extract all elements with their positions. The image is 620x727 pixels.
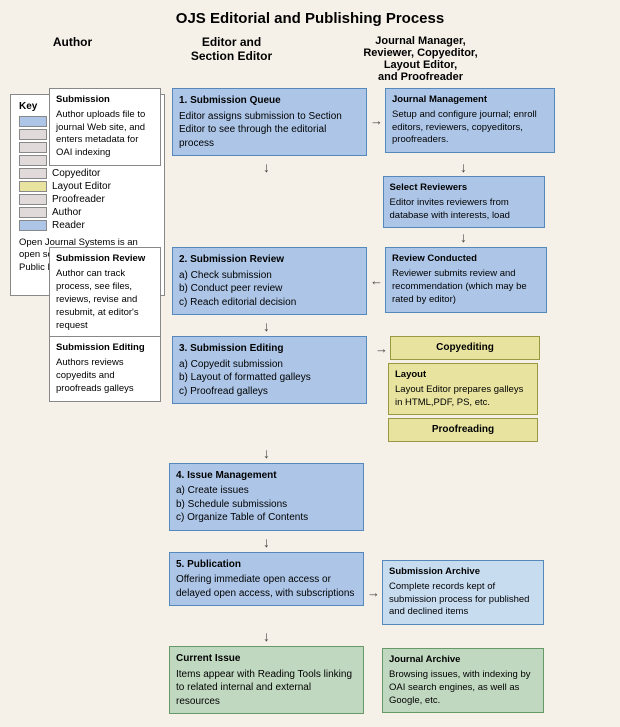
author-submission-editing-box: Submission Editing Authors reviews copye… bbox=[49, 336, 161, 401]
author-submission-box: Submission Author uploads file to journa… bbox=[49, 88, 161, 166]
proofreading-box: Proofreading bbox=[388, 418, 538, 442]
author-submission-review-box: Submission Review Author can track proce… bbox=[49, 247, 161, 338]
layout-box: Layout Layout Editor prepares galleys in… bbox=[388, 363, 538, 415]
key-item-proofreader: Proofreader bbox=[19, 194, 156, 205]
col-header-roles: Journal Manager,Reviewer, Copyeditor,Lay… bbox=[333, 35, 508, 83]
copyediting-box: Copyediting bbox=[390, 336, 540, 360]
col-header-author: Author bbox=[15, 35, 130, 83]
journal-management-box: Journal Management Setup and configure j… bbox=[385, 88, 555, 153]
review-conducted-box: Review Conducted Reviewer submits review… bbox=[385, 247, 547, 312]
key-item-reader: Reader bbox=[19, 220, 156, 231]
current-issue-box: Current Issue Items appear with Reading … bbox=[169, 646, 364, 714]
journal-archive-box: Journal Archive Browsing issues, with in… bbox=[382, 648, 544, 713]
submission-editing-center-box: 3. Submission Editing a) Copyedit submis… bbox=[172, 336, 367, 404]
key-item-author: Author bbox=[19, 207, 156, 218]
page: OJS Editorial and Publishing Process Aut… bbox=[0, 0, 620, 727]
col-header-editor: Editor andSection Editor bbox=[134, 35, 329, 83]
page-title: OJS Editorial and Publishing Process bbox=[10, 10, 610, 27]
publication-box: 5. Publication Offering immediate open a… bbox=[169, 552, 364, 607]
select-reviewers-box: Select Reviewers Editor invites reviewer… bbox=[383, 176, 545, 228]
key-item-layout-editor: Layout Editor bbox=[19, 181, 156, 192]
submission-archive-box: Submission Archive Complete records kept… bbox=[382, 560, 544, 625]
key-item-copyeditor: Copyeditor bbox=[19, 168, 156, 179]
issue-management-box: 4. Issue Management a) Create issues b) … bbox=[169, 463, 364, 531]
submission-review-center-box: 2. Submission Review a) Check submission… bbox=[172, 247, 367, 315]
submission-queue-box: 1. Submission Queue Editor assigns submi… bbox=[172, 88, 367, 156]
